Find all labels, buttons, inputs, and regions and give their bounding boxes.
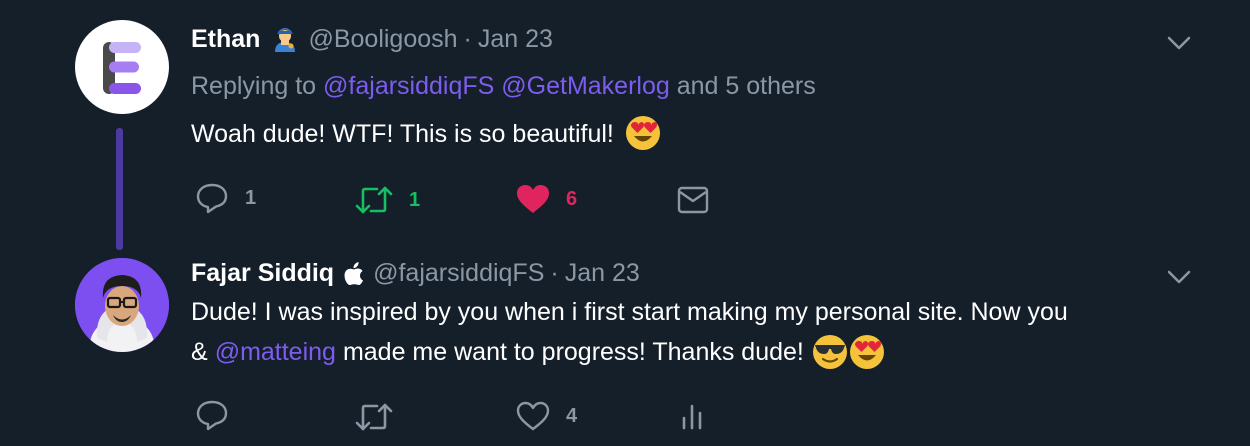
separator-dot: · — [550, 258, 559, 287]
tweet-text: Dude! I was inspired by you when i first… — [191, 292, 1068, 372]
makerlog-logo-icon — [103, 42, 141, 94]
mention-link[interactable]: @fajarsiddiqFS — [323, 72, 494, 100]
heart-eyes-emoji — [625, 116, 660, 151]
retweet-action[interactable]: 1 — [355, 183, 420, 217]
separator-dot: · — [463, 24, 472, 53]
retweet-count: 1 — [409, 188, 421, 211]
direct-message-action[interactable] — [677, 183, 709, 217]
retweet-icon — [355, 186, 393, 214]
handle[interactable]: @Booligoosh — [308, 25, 457, 54]
heart-icon — [517, 185, 549, 213]
replying-to: Replying to @fajarsiddiqFS @GetMakerlog … — [191, 72, 816, 101]
chevron-down-icon[interactable] — [1166, 267, 1192, 287]
heart-eyes-emoji — [849, 335, 884, 369]
display-name[interactable]: Fajar Siddiq — [191, 259, 334, 288]
reply-icon — [196, 400, 228, 431]
thread-line — [116, 128, 123, 250]
avatar[interactable] — [75, 258, 169, 352]
tweet-text-line-2: & @matteing made me want to progress! Th… — [191, 332, 1068, 372]
mention-link[interactable]: @GetMakerlog — [501, 72, 670, 100]
tweet-text-content: Woah dude! WTF! This is so beautiful! — [191, 120, 614, 148]
avatar[interactable] — [75, 20, 169, 114]
apple-icon — [344, 261, 364, 285]
mention-link[interactable]: @matteing — [215, 332, 336, 372]
tweet-fajar: Fajar Siddiq @fajarsiddiqFS · Jan 23 Dud… — [0, 250, 1250, 446]
replying-to-label: Replying to — [191, 72, 317, 100]
analytics-bar-icon — [682, 404, 702, 430]
tweet-text-line-1: Dude! I was inspired by you when i first… — [191, 298, 1068, 326]
tweet-header: Fajar Siddiq @fajarsiddiqFS · Jan 23 — [191, 256, 640, 290]
handle[interactable]: @fajarsiddiqFS — [373, 259, 544, 288]
heart-outline-icon — [516, 401, 550, 431]
reply-icon — [196, 183, 228, 214]
like-count: 4 — [566, 404, 578, 427]
reply-action[interactable]: 1 — [195, 181, 256, 215]
reply-action[interactable] — [195, 398, 229, 432]
timestamp[interactable]: Jan 23 — [565, 259, 640, 288]
profile-photo — [75, 258, 169, 352]
like-action[interactable]: 6 — [516, 182, 577, 216]
like-action[interactable]: 4 — [516, 399, 577, 433]
display-name[interactable]: Ethan — [191, 25, 260, 54]
analytics-action[interactable] — [680, 400, 706, 434]
retweet-action[interactable] — [355, 400, 393, 434]
tweet-text: Woah dude! WTF! This is so beautiful! — [191, 114, 661, 154]
tweet-text-suffix: made me want to progress! Thanks dude! — [342, 338, 804, 366]
tweet-text-ampersand: & — [191, 338, 208, 366]
person-emoji-icon — [272, 25, 298, 53]
replying-to-others[interactable]: and 5 others — [677, 72, 816, 100]
sunglasses-emoji — [812, 335, 847, 369]
tweet-header: Ethan @Booligoosh · Jan 23 — [191, 22, 553, 56]
reply-count: 1 — [245, 186, 257, 209]
chevron-down-icon[interactable] — [1166, 33, 1192, 53]
like-count: 6 — [566, 187, 578, 210]
tweet-ethan: Ethan @Booligoosh · Jan 23 Replying to @… — [0, 0, 1250, 250]
retweet-icon — [355, 403, 393, 431]
envelope-icon — [677, 186, 709, 214]
timestamp[interactable]: Jan 23 — [478, 25, 553, 54]
